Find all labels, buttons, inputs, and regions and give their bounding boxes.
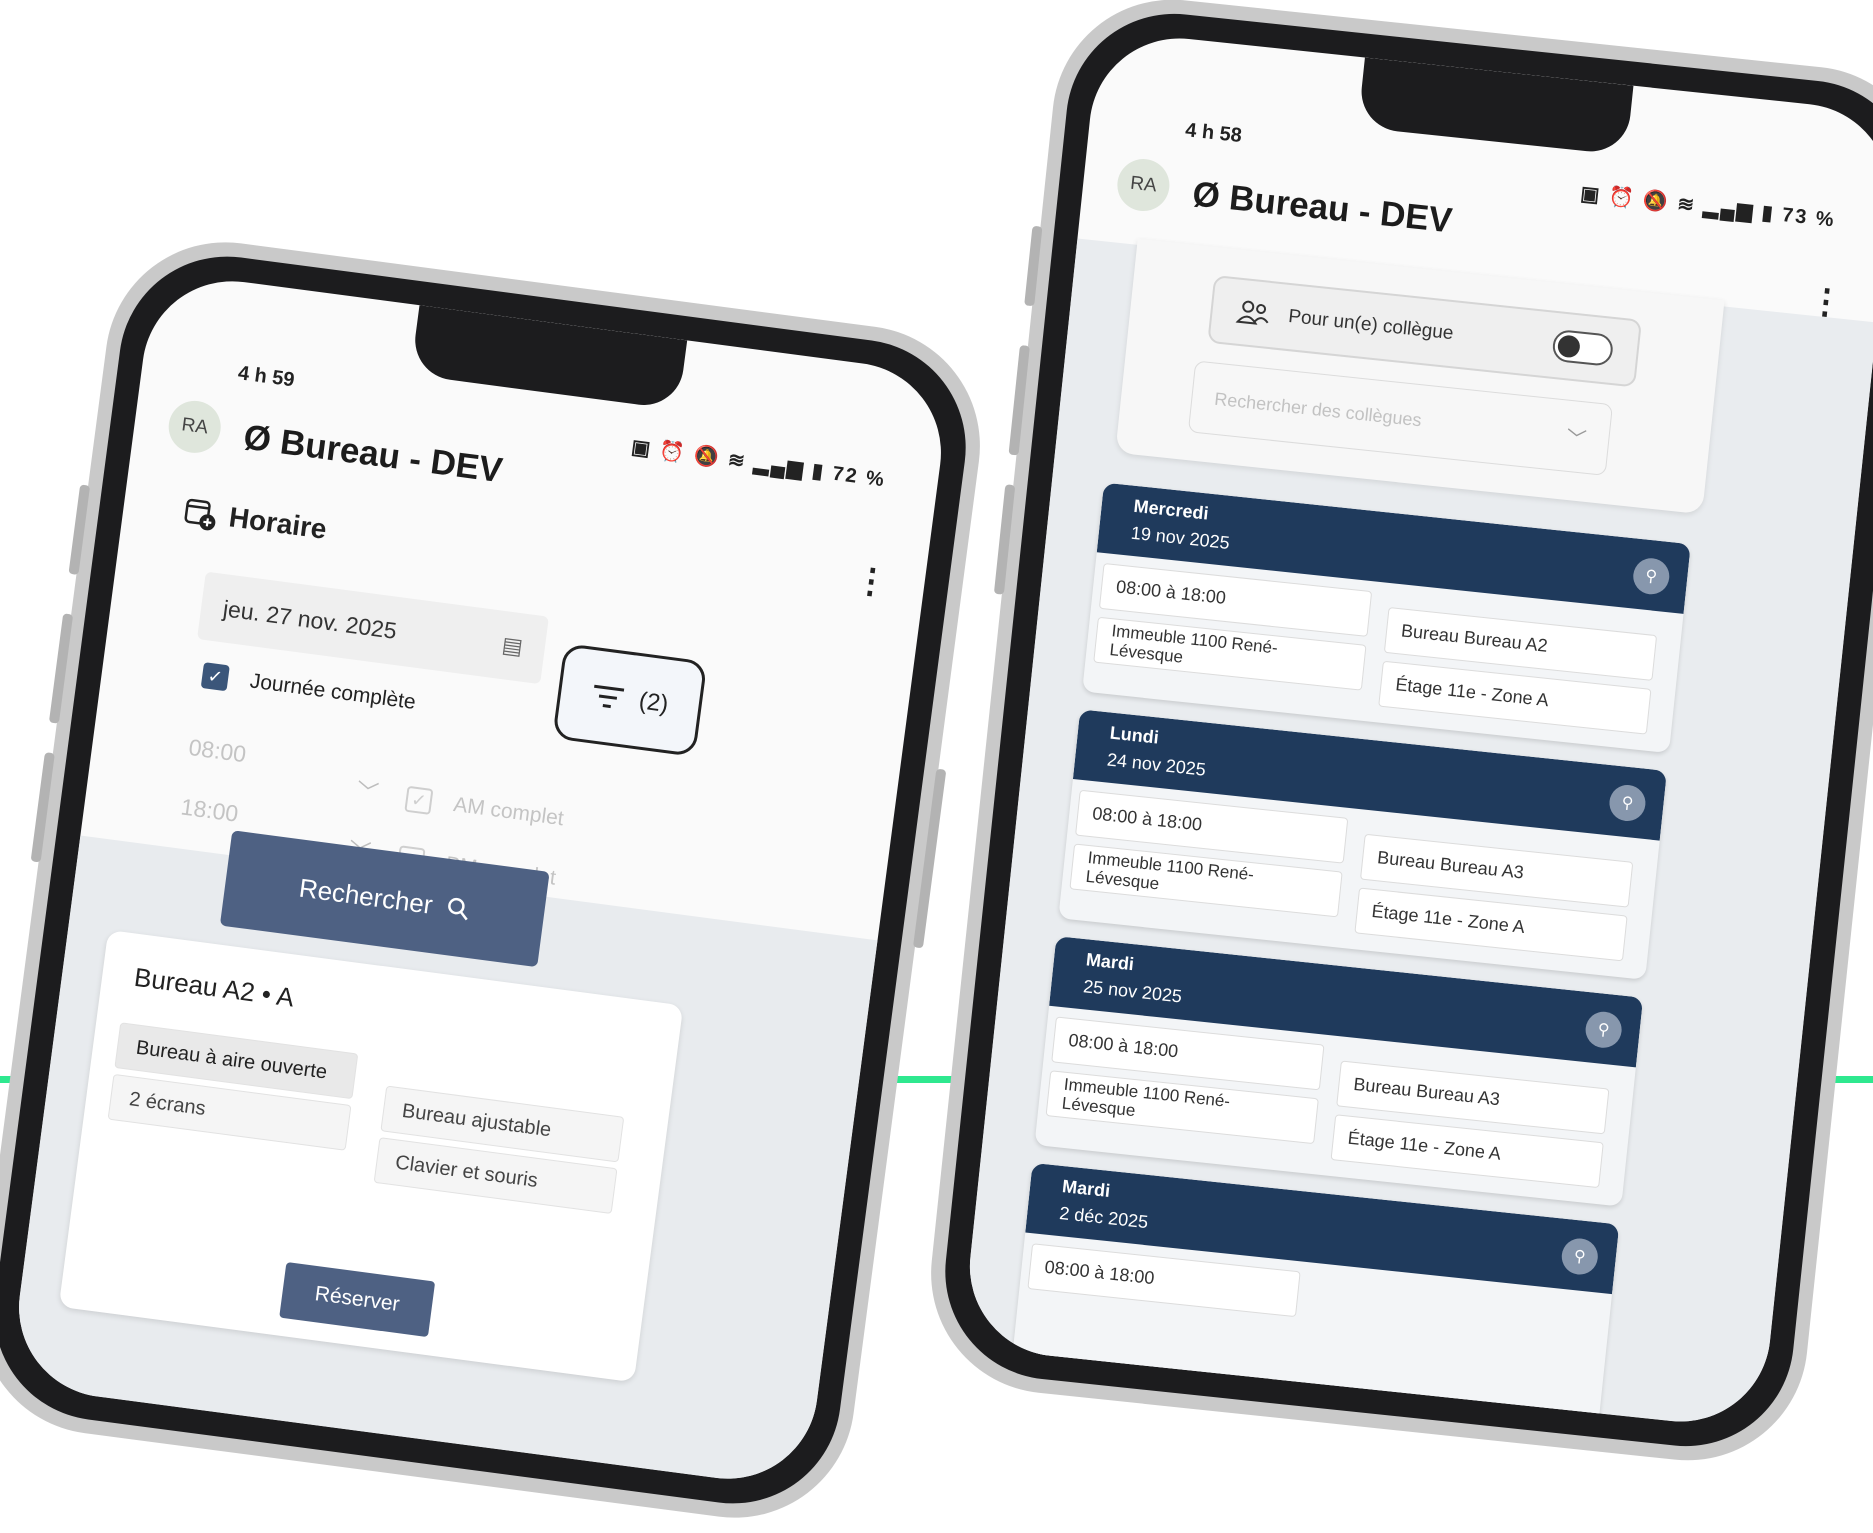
status-time: 4 h 58 [1184,119,1243,148]
chevron-down-icon[interactable]: ﹀ [1565,421,1588,452]
filter-icon [594,684,625,709]
filter-count: (2) [637,687,670,718]
am-label: AM complet [452,793,566,831]
phone-side-button [30,752,55,863]
colleague-search-placeholder: Rechercher des collègues [1213,388,1423,430]
colleague-toggle[interactable] [1551,328,1615,367]
more-menu-icon[interactable]: ⋮ [852,560,891,602]
start-time-field[interactable]: 08:00 [187,734,247,768]
end-time-field[interactable]: 18:00 [179,793,239,827]
am-checkbox[interactable]: ✓ [404,785,434,815]
status-time: 4 h 59 [236,362,296,392]
search-icon [448,897,468,921]
full-day-label: Journée complète [248,669,418,714]
phone-bezel: 4 h 58 ▣ ⏰ 🔕 ≋ ▂▄▆ ▮ 73 % RA Ø Bureau - … [934,3,1873,1457]
full-day-checkbox-row[interactable]: ✓ Journée complète [200,662,418,716]
left-phone: 4 h 59 ▣ ⏰ 🔕 ≋ ▂▄▆ ▮ 72 % RA Ø Bureau - … [0,227,995,1533]
reservation-card[interactable]: Mardi 25 nov 2025 ⚲ 08:00 à 18:00 Bureau… [1034,936,1644,1207]
reserve-button[interactable]: Réserver [279,1262,436,1338]
search-button-label: Rechercher [297,872,435,920]
phone-side-button [1024,225,1043,307]
chevron-down-icon[interactable]: ﹀ [355,773,381,808]
calendar-add-icon [184,498,216,531]
phone-bezel: 4 h 59 ▣ ⏰ 🔕 ≋ ▂▄▆ ▮ 72 % RA Ø Bureau - … [0,243,979,1517]
reservation-card[interactable]: Mercredi 19 nov 2025 ⚲ 08:00 à 18:00 Bur… [1082,482,1691,754]
phone-side-button [68,484,91,575]
people-icon [1235,300,1269,325]
phone-side-button [48,613,74,724]
reservation-card[interactable]: Mardi 2 déc 2025 ⚲ 08:00 à 18:00 [1010,1162,1620,1431]
right-phone: 4 h 58 ▣ ⏰ 🔕 ≋ ▂▄▆ ▮ 73 % RA Ø Bureau - … [919,0,1873,1473]
toggle-knob [1556,334,1581,359]
app-title: Ø Bureau - DEV [1190,174,1454,241]
full-day-checkbox[interactable]: ✓ [200,662,230,692]
avatar[interactable]: RA [165,397,224,457]
colleague-label: Pour un(e) collègue [1287,305,1455,345]
desk-result-card[interactable]: Bureau A2 • A Bureau à aire ouverte 2 éc… [58,929,684,1383]
phone-side-button [1008,345,1030,456]
desk-title: Bureau A2 • A [132,961,296,1013]
calendar-icon[interactable]: ▤ [500,632,525,660]
am-checkbox-row[interactable]: ✓ AM complet [404,785,566,833]
date-value: jeu. 27 nov. 2025 [221,594,399,644]
avatar[interactable]: RA [1114,156,1172,214]
filter-button[interactable]: (2) [552,643,708,757]
schedule-title: Horaire [227,501,329,545]
phone-side-button [993,484,1016,595]
schedule-header: Horaire [181,494,329,547]
reservation-card[interactable]: Lundi 24 nov 2025 ⚲ 08:00 à 18:00 Bureau… [1058,709,1668,980]
reservations-list: Pour un(e) collègue Rechercher des collè… [961,238,1873,1431]
phone-screen: 4 h 58 ▣ ⏰ 🔕 ≋ ▂▄▆ ▮ 73 % RA Ø Bureau - … [961,29,1873,1431]
phone-screen: 4 h 59 ▣ ⏰ 🔕 ≋ ▂▄▆ ▮ 72 % RA Ø Bureau - … [8,270,952,1490]
